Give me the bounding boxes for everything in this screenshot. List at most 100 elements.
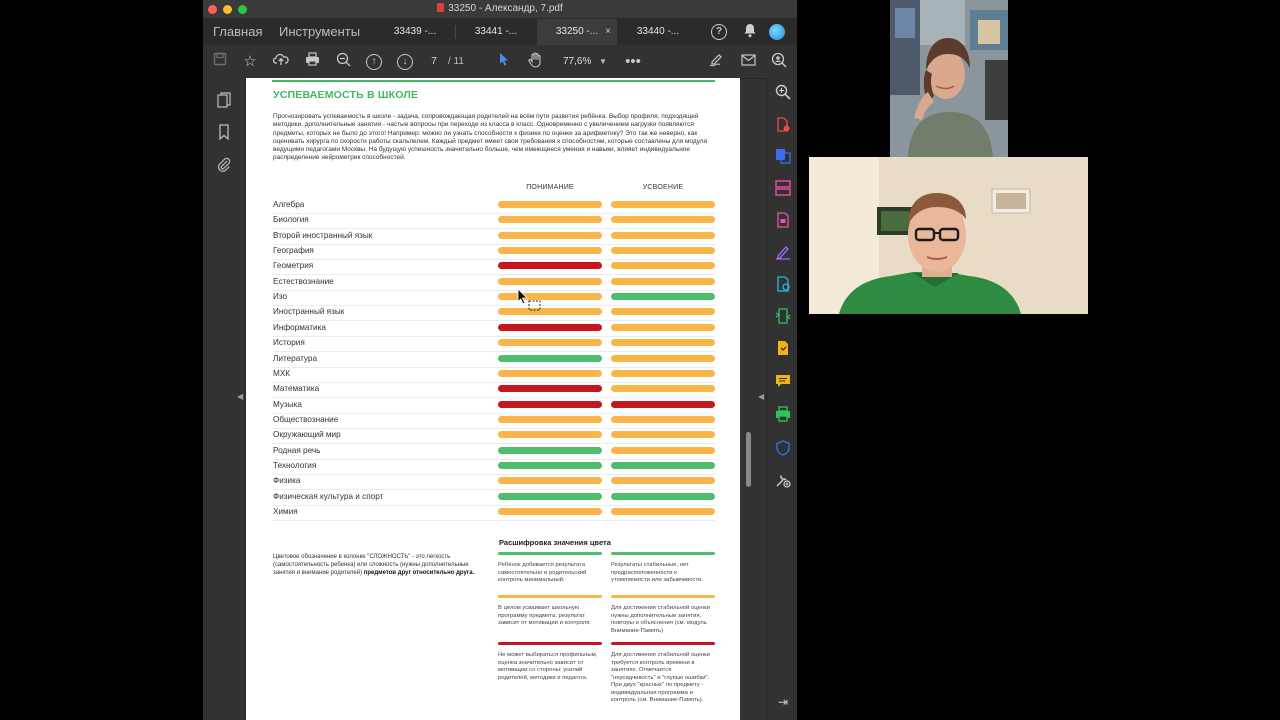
zoom-dropdown-icon[interactable]: ▼	[599, 54, 607, 70]
compress-icon[interactable]	[773, 308, 793, 328]
search-person-icon[interactable]	[769, 52, 789, 72]
subject-name: Биология	[273, 215, 309, 225]
mastery-bar	[611, 201, 715, 208]
intro-paragraph: Прогнозировать успеваемость в школе - за…	[273, 113, 708, 162]
right-tools-panel: ◀ ⇥	[758, 78, 797, 720]
subject-row: Изо	[273, 290, 715, 307]
bookmark-icon[interactable]	[214, 124, 234, 144]
select-cursor-icon[interactable]	[494, 52, 514, 72]
mastery-bar	[611, 400, 715, 408]
mastery-bar	[611, 339, 715, 347]
legend-description: Результаты стабильные, нет предрасположе…	[611, 562, 704, 583]
understanding-bar	[498, 385, 602, 393]
subject-name: Алгебра	[273, 200, 305, 209]
nav-tools[interactable]: Инструменты	[279, 24, 360, 39]
save-icon[interactable]	[210, 52, 230, 72]
page-total: / 11	[448, 56, 464, 67]
subject-name: Физика	[273, 476, 301, 486]
participant-video-woman-image	[890, 0, 1008, 157]
more-tools-icon[interactable]	[773, 472, 793, 492]
understanding-bar	[498, 400, 602, 408]
notifications-button[interactable]	[741, 23, 759, 41]
mastery-bar	[611, 277, 715, 285]
upload-icon[interactable]	[271, 52, 291, 72]
mastery-bar	[611, 323, 715, 331]
mail-icon[interactable]	[738, 52, 758, 72]
attachment-icon[interactable]	[214, 156, 234, 176]
create-pdf-icon[interactable]	[773, 117, 793, 137]
page-number-input[interactable]: 7	[423, 54, 445, 70]
expand-panel-icon[interactable]: ⇥	[773, 692, 793, 712]
prev-page-icon[interactable]: ↑	[366, 54, 382, 70]
subject-name: Литература	[273, 353, 318, 363]
export-icon[interactable]	[773, 148, 793, 168]
print-icon[interactable]	[302, 52, 322, 72]
nav-home[interactable]: Главная	[213, 24, 262, 39]
help-button[interactable]: ?	[711, 24, 729, 42]
legend-title: Расшифровка значения цвета	[499, 538, 611, 547]
document-page: УСПЕВАЕМОСТЬ В ШКОЛЕ Прогнозировать успе…	[246, 78, 740, 720]
zoom-out-icon[interactable]	[333, 52, 353, 72]
understanding-bar	[498, 415, 602, 423]
understanding-bar	[498, 492, 602, 500]
document-tab-active[interactable]: 33250 -... ×	[537, 19, 617, 45]
collapse-right-panel-icon[interactable]: ◀	[758, 392, 764, 401]
heading-rule	[272, 80, 715, 82]
subject-name: Химия	[273, 507, 298, 516]
mastery-bar	[611, 477, 715, 485]
subject-name: МХК	[273, 368, 291, 378]
mastery-bar	[611, 385, 715, 393]
subject-row: Алгебра	[273, 198, 715, 214]
document-tab-label: 33440 -...	[636, 26, 680, 37]
mastery-bar	[611, 508, 715, 515]
edit-pdf-icon[interactable]	[773, 212, 793, 232]
enhance-icon[interactable]	[773, 276, 793, 296]
mastery-bar	[611, 293, 715, 301]
close-tab-icon[interactable]: ×	[605, 19, 611, 45]
understanding-bar	[498, 446, 602, 454]
collapse-left-panel-icon[interactable]: ◀	[237, 392, 243, 401]
hand-icon[interactable]	[525, 52, 545, 72]
account-button[interactable]	[769, 24, 787, 42]
pages-icon[interactable]	[214, 92, 234, 112]
document-tab[interactable]: 33441 -...	[456, 19, 536, 45]
organize-icon[interactable]	[773, 180, 793, 200]
subject-name: Естествознание	[273, 276, 334, 286]
main-toolbar: ☆ ↑ ↓ 7 / 11 77,6% ▼ •••	[203, 45, 797, 79]
bookmark-star-icon[interactable]: ☆	[240, 52, 260, 72]
understanding-bar	[498, 201, 602, 208]
mouse-cursor-icon	[516, 288, 542, 319]
mastery-bar	[611, 354, 715, 362]
more-icon[interactable]: •••	[623, 52, 643, 72]
tab-bar: Главная Инструменты 33439 -... 33441 -..…	[203, 19, 797, 45]
understanding-bar	[498, 339, 602, 347]
subject-row: Иностранный язык	[273, 305, 715, 322]
mastery-bar	[611, 231, 715, 239]
subject-row: Химия	[273, 505, 715, 521]
subject-name: История	[273, 338, 305, 348]
bell-icon	[744, 24, 756, 38]
vertical-scrollbar[interactable]	[746, 432, 751, 487]
left-side-panel: ◀	[203, 78, 246, 720]
zoom-level[interactable]: 77,6%	[563, 54, 591, 70]
subject-name: Геометрия	[273, 261, 314, 271]
subject-row: Родная речь	[273, 444, 715, 460]
subject-row: Геометрия	[273, 259, 715, 276]
fill-sign-icon[interactable]	[773, 244, 793, 264]
document-tab[interactable]: 33439 -...	[375, 19, 455, 45]
comment-icon[interactable]	[773, 373, 793, 393]
sign-icon[interactable]	[707, 52, 727, 72]
next-page-icon[interactable]: ↓	[397, 54, 413, 70]
title-bar: 33250 - Александр, 7.pdf	[203, 0, 797, 19]
color-note: Цветовое обозначение в колонке "СЛОЖНОСТ…	[273, 554, 478, 577]
print-production-icon[interactable]	[773, 406, 793, 426]
legend-color-line	[611, 595, 715, 598]
protect-icon[interactable]	[773, 440, 793, 460]
zoom-search-icon[interactable]	[773, 84, 793, 104]
request-icon[interactable]	[773, 340, 793, 360]
understanding-bar	[498, 262, 602, 270]
understanding-bar	[498, 231, 602, 239]
document-tab[interactable]: 33440 -...	[618, 19, 698, 45]
understanding-bar	[498, 277, 602, 285]
subject-name: Иностранный язык	[273, 307, 345, 317]
